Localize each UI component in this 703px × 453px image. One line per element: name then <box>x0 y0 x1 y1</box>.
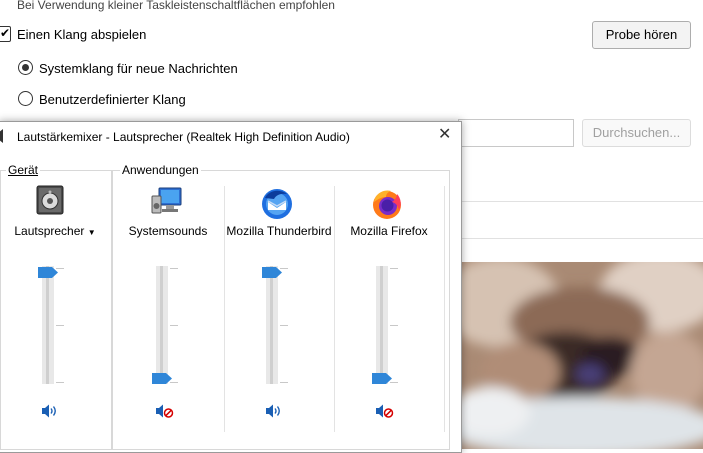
slider-tick <box>170 325 178 326</box>
slider-fill <box>160 266 163 384</box>
divider <box>460 201 703 202</box>
slider-tick <box>390 268 398 269</box>
custom-sound-field[interactable] <box>458 119 574 147</box>
volume-mixer-window: Lautstärkemixer - Lautsprecher (Realtek … <box>0 121 462 453</box>
channel-name-system: Systemsounds <box>128 224 208 238</box>
volume-slider-thumb-device[interactable] <box>38 266 58 278</box>
window-title: Lautstärkemixer - Lautsprecher (Realtek … <box>17 130 350 144</box>
channel-separator <box>334 186 335 432</box>
speaker-device-icon[interactable] <box>36 185 64 218</box>
slider-tick <box>56 382 64 383</box>
radio-system-sound[interactable] <box>18 60 33 75</box>
apps-group-label: Anwendungen <box>120 163 201 177</box>
close-icon[interactable]: ✕ <box>438 126 451 144</box>
slider-tick <box>280 382 288 383</box>
radio-custom-sound[interactable] <box>18 91 33 106</box>
channel-name-firefox: Mozilla Firefox <box>350 224 428 238</box>
radio-custom-label: Benutzerdefinierter Klang <box>39 92 186 107</box>
channel-separator <box>444 186 445 432</box>
slider-fill <box>270 266 273 384</box>
channel-separator <box>224 186 225 432</box>
slider-fill <box>46 266 49 384</box>
channel-name-thunderbird: Mozilla Thunderbird <box>226 224 332 238</box>
muted-speaker-icon[interactable] <box>156 404 174 418</box>
slider-tick <box>390 325 398 326</box>
slider-tick <box>56 325 64 326</box>
play-sound-label: Einen Klang abspielen <box>17 27 147 42</box>
preview-sound-button[interactable]: Probe hören <box>592 21 691 49</box>
firefox-icon <box>371 188 403 223</box>
volume-slider-track-thunderbird[interactable] <box>266 266 278 384</box>
browse-button[interactable]: Durchsuchen... <box>582 119 691 147</box>
volume-slider-track-device[interactable] <box>42 266 54 384</box>
pixelated-photo-icon <box>460 262 703 449</box>
volume-slider-track-firefox[interactable] <box>376 266 388 384</box>
thunderbird-icon <box>261 188 293 223</box>
hint-text: Bei Verwendung kleiner Taskleistenschalt… <box>17 0 335 12</box>
checkmark-icon: ✔ <box>0 26 11 40</box>
device-group-label: Gerät <box>6 163 41 177</box>
slider-fill <box>380 266 383 384</box>
muted-speaker-icon[interactable] <box>376 404 394 418</box>
volume-slider-thumb-firefox[interactable] <box>372 372 392 384</box>
speaker-icon <box>0 129 6 146</box>
divider <box>460 238 703 239</box>
radio-system-label: Systemklang für neue Nachrichten <box>39 61 238 76</box>
speaker-volume-icon[interactable] <box>42 404 60 418</box>
channel-name-device[interactable]: Lautsprecher ▼ <box>0 224 110 240</box>
slider-tick <box>170 268 178 269</box>
system-sounds-icon <box>151 186 183 219</box>
volume-slider-track-system[interactable] <box>156 266 168 384</box>
channel-name-label: Lautsprecher <box>14 224 85 238</box>
slider-tick <box>280 325 288 326</box>
radio-selected-dot <box>22 64 29 71</box>
volume-slider-thumb-system[interactable] <box>152 372 172 384</box>
speaker-volume-icon[interactable] <box>266 404 284 418</box>
volume-slider-thumb-thunderbird[interactable] <box>262 266 282 278</box>
blurred-image <box>460 262 703 449</box>
chevron-down-icon: ▼ <box>87 228 96 237</box>
